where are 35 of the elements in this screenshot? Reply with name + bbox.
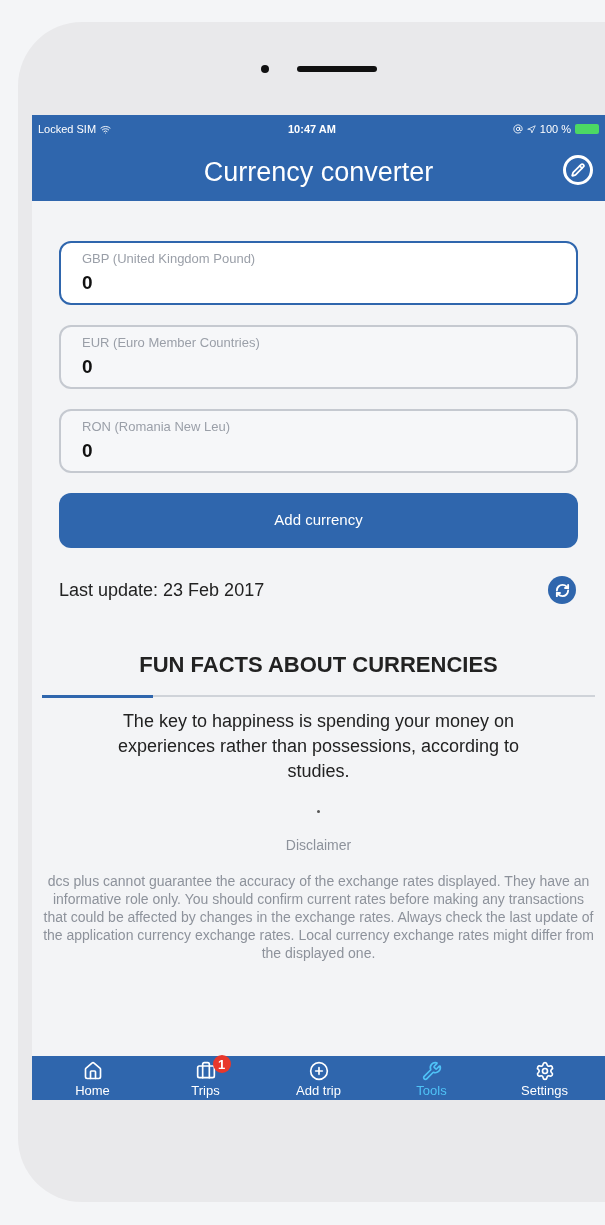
currency-input[interactable]: GBP (United Kingdom Pound) 0 — [59, 241, 578, 305]
wrench-icon — [421, 1061, 442, 1082]
tab-item[interactable]: Add trip — [273, 1055, 364, 1101]
house-icon — [82, 1061, 103, 1082]
currency-label: RON (Romania New Leu) — [82, 418, 232, 436]
tab-item[interactable]: Tools — [386, 1055, 477, 1101]
currency-input[interactable]: EUR (Euro Member Countries) 0 — [59, 325, 578, 389]
disclaimer-heading: Disclaimer — [285, 836, 352, 855]
carrier-text: Locked SIM — [38, 121, 97, 137]
currency-value: 0 — [82, 354, 94, 379]
screen-title: Currency converter — [203, 155, 434, 189]
location-icon — [526, 124, 536, 134]
add-currency-button[interactable]: Add currency — [59, 493, 578, 548]
facts-heading: FUN FACTS ABOUT CURRENCIES — [139, 651, 498, 679]
fun-fact-text: The key to happiness is spending your money on experiences rather than possessions, according to studies. — [116, 710, 521, 783]
refresh-icon[interactable] — [548, 576, 576, 604]
clock-text: 10:47 AM — [288, 121, 336, 137]
tab-item[interactable]: Trips 1 — [160, 1055, 251, 1101]
battery-icon — [575, 124, 599, 134]
last-update-text: Last update: 23 Feb 2017 — [59, 578, 265, 602]
notification-badge: 1 — [212, 1055, 231, 1074]
tab-item[interactable]: Home — [47, 1055, 138, 1101]
currency-label: GBP (United Kingdom Pound) — [82, 250, 257, 268]
gear-icon — [534, 1061, 555, 1082]
edit-icon[interactable] — [563, 155, 593, 185]
currency-value: 0 — [82, 270, 94, 295]
tab-item[interactable]: Settings — [499, 1055, 590, 1101]
currency-input[interactable]: RON (Romania New Leu) 0 — [59, 409, 578, 473]
battery-text: 100 % — [539, 121, 571, 137]
wifi-icon — [100, 123, 112, 135]
currency-label: EUR (Euro Member Countries) — [82, 334, 261, 352]
currency-value: 0 — [82, 438, 94, 463]
plus-circle-icon — [308, 1061, 329, 1082]
disclaimer-text: dcs plus cannot guarantee the accuracy of the exchange rates displayed. They have an informative role only. You should confirm current rates before making any transactions that could be affected by changes in the exchange rates. Always check the last update of the application currency exchange rates. Local currency exchange rates might differ from the displayed one. — [42, 872, 595, 962]
briefcase-icon — [195, 1061, 216, 1082]
